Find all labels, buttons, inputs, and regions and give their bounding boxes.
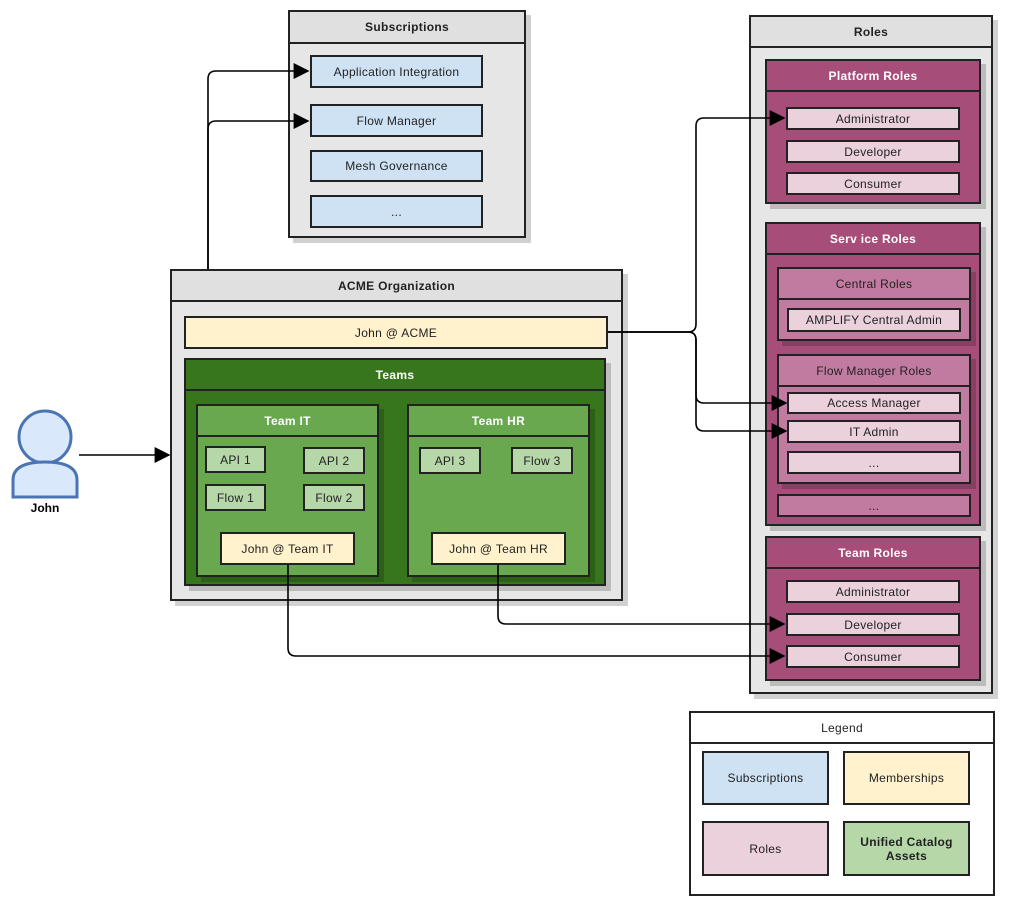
- acme-to-platform-admin: [608, 110, 786, 333]
- team-hr-to-developer: [497, 565, 786, 632]
- connectors: [11, 63, 788, 664]
- org-to-app-integration: [207, 63, 310, 269]
- team-it-to-consumer: [287, 565, 786, 664]
- acme-to-it-admin: [608, 331, 788, 439]
- org-to-flow-manager: [207, 113, 310, 269]
- user-icon: [11, 409, 79, 499]
- user-label: John: [30, 501, 60, 515]
- acme-to-access-manager: [608, 331, 788, 411]
